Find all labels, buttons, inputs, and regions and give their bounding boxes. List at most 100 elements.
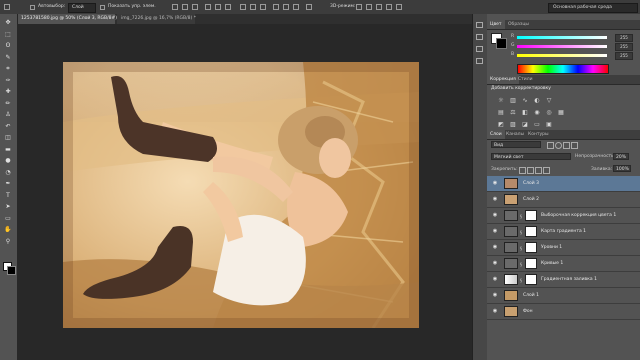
- stamp-icon[interactable]: ♙: [4, 112, 12, 118]
- layer-row[interactable]: ◉ § Выборочная коррекция цвета 1: [487, 208, 640, 224]
- visibility-eye-icon[interactable]: ◉: [492, 212, 498, 218]
- auto-align-icon[interactable]: [306, 4, 312, 10]
- move-icon[interactable]: ✥: [4, 20, 12, 26]
- align-center-icon[interactable]: [215, 4, 221, 10]
- tab-document-2[interactable]: img_7226.jpg @ 16,7% (RGB/8) *: [117, 14, 196, 24]
- filter-pixel-icon[interactable]: [547, 142, 554, 149]
- levels-icon[interactable]: ▥: [509, 97, 517, 104]
- selective-color-icon[interactable]: ▣: [545, 121, 553, 128]
- show-controls-checkbox[interactable]: [100, 5, 105, 10]
- 3d-pan-icon[interactable]: [376, 4, 382, 10]
- healing-icon[interactable]: ✚: [4, 89, 12, 95]
- link-icon[interactable]: §: [520, 278, 522, 283]
- visibility-eye-icon[interactable]: ◉: [492, 228, 498, 234]
- character-icon[interactable]: [476, 46, 483, 52]
- auto-select-checkbox[interactable]: [30, 5, 35, 10]
- move-tool-icon[interactable]: [4, 4, 10, 10]
- gradient-icon[interactable]: ▬: [4, 146, 12, 153]
- value-g[interactable]: 255: [615, 43, 633, 51]
- layer-row[interactable]: ◉ § Кривые 1: [487, 256, 640, 272]
- tab-document-1[interactable]: 1253781580.jpg @ 50% (Слой 3, RGB/8#) *: [17, 14, 121, 24]
- auto-select-dropdown[interactable]: Слой: [68, 3, 96, 13]
- slider-r[interactable]: [517, 36, 607, 39]
- align-middle-icon[interactable]: [182, 4, 188, 10]
- marquee-icon[interactable]: ⬚: [4, 31, 12, 38]
- align-right-icon[interactable]: [225, 4, 231, 10]
- visibility-eye-icon[interactable]: ◉: [492, 260, 498, 266]
- background-color-swatch[interactable]: [496, 38, 507, 49]
- paragraph-icon[interactable]: [476, 58, 483, 64]
- align-bottom-icon[interactable]: [192, 4, 198, 10]
- layer-row[interactable]: ◉ § Градиентная заливка 1: [487, 272, 640, 288]
- layer-row[interactable]: ◉ Слой 2: [487, 192, 640, 208]
- path-select-icon[interactable]: ➤: [4, 204, 12, 210]
- layer-row[interactable]: ◉ Фон: [487, 304, 640, 320]
- 3d-roll-icon[interactable]: [366, 4, 372, 10]
- layer-mask-thumbnail[interactable]: [525, 242, 537, 253]
- tab-styles[interactable]: Стили: [515, 75, 536, 84]
- slider-b[interactable]: [517, 54, 607, 57]
- blur-icon[interactable]: ●: [4, 158, 12, 164]
- exposure-icon[interactable]: ◐: [533, 97, 541, 104]
- lock-position-icon[interactable]: [535, 167, 542, 174]
- background-color-chip[interactable]: [7, 266, 16, 275]
- properties-icon[interactable]: [476, 34, 483, 40]
- tab-swatches[interactable]: Образцы: [505, 20, 532, 29]
- layer-mask-thumbnail[interactable]: [525, 274, 537, 285]
- layer-row[interactable]: ◉ § Уровни 1: [487, 240, 640, 256]
- workspace-dropdown[interactable]: Основная рабочая среда: [548, 3, 638, 13]
- channel-mixer-icon[interactable]: ◎: [545, 109, 553, 116]
- document-image[interactable]: [63, 62, 419, 328]
- distribute-right-icon[interactable]: [293, 4, 299, 10]
- visibility-eye-icon[interactable]: ◉: [492, 308, 498, 314]
- align-left-icon[interactable]: [205, 4, 211, 10]
- distribute-left-icon[interactable]: [273, 4, 279, 10]
- link-icon[interactable]: §: [520, 246, 522, 251]
- distribute-middle-icon[interactable]: [250, 4, 256, 10]
- layer-mask-thumbnail[interactable]: [525, 258, 537, 269]
- lock-pixels-icon[interactable]: [527, 167, 534, 174]
- shape-icon[interactable]: ▭: [4, 215, 12, 222]
- crop-icon[interactable]: ⌗: [4, 66, 12, 72]
- distribute-top-icon[interactable]: [240, 4, 246, 10]
- posterize-icon[interactable]: ▨: [509, 121, 517, 128]
- tab-color[interactable]: Цвет: [487, 20, 505, 29]
- eraser-icon[interactable]: ◫: [4, 135, 12, 141]
- lasso-icon[interactable]: ʘ: [4, 43, 12, 49]
- 3d-scale-icon[interactable]: [396, 4, 402, 10]
- align-top-icon[interactable]: [172, 4, 178, 10]
- dodge-icon[interactable]: ◔: [4, 169, 12, 176]
- layer-mask-thumbnail[interactable]: [525, 226, 537, 237]
- opacity-field[interactable]: 20%: [613, 153, 629, 160]
- vibrance-icon[interactable]: ▽: [545, 97, 553, 104]
- visibility-eye-icon[interactable]: ◉: [492, 196, 498, 202]
- curves-icon[interactable]: ∿: [521, 97, 529, 104]
- eyedropper-icon[interactable]: ✑: [4, 77, 12, 84]
- zoom-icon[interactable]: ⚲: [4, 238, 12, 245]
- distribute-center-icon[interactable]: [283, 4, 289, 10]
- filter-type-icon[interactable]: [563, 142, 570, 149]
- hand-icon[interactable]: ✋: [4, 227, 12, 233]
- visibility-eye-icon[interactable]: ◉: [492, 292, 498, 298]
- value-b[interactable]: 255: [615, 52, 633, 60]
- tab-channels[interactable]: Каналы: [503, 130, 527, 139]
- color-balance-icon[interactable]: ⚖: [509, 109, 517, 116]
- layer-mask-thumbnail[interactable]: [525, 210, 537, 221]
- lock-transparency-icon[interactable]: [519, 167, 526, 174]
- color-spectrum-bar[interactable]: [517, 64, 609, 74]
- history-brush-icon[interactable]: ↶: [4, 123, 12, 130]
- black-white-icon[interactable]: ◧: [521, 109, 529, 116]
- invert-icon[interactable]: ◩: [497, 121, 505, 128]
- fill-field[interactable]: 100%: [613, 165, 631, 172]
- visibility-eye-icon[interactable]: ◉: [492, 276, 498, 282]
- layer-row[interactable]: ◉ Слой 3: [487, 176, 640, 192]
- lock-all-icon[interactable]: [543, 167, 550, 174]
- threshold-icon[interactable]: ◪: [521, 121, 529, 128]
- gradient-map-icon[interactable]: ▭: [533, 121, 541, 128]
- hue-saturation-icon[interactable]: ▤: [497, 109, 505, 116]
- brightness-icon[interactable]: ☼: [497, 97, 505, 104]
- distribute-bottom-icon[interactable]: [260, 4, 266, 10]
- tab-paths[interactable]: Контуры: [525, 130, 552, 139]
- photo-filter-icon[interactable]: ◉: [533, 109, 541, 116]
- link-icon[interactable]: §: [520, 262, 522, 267]
